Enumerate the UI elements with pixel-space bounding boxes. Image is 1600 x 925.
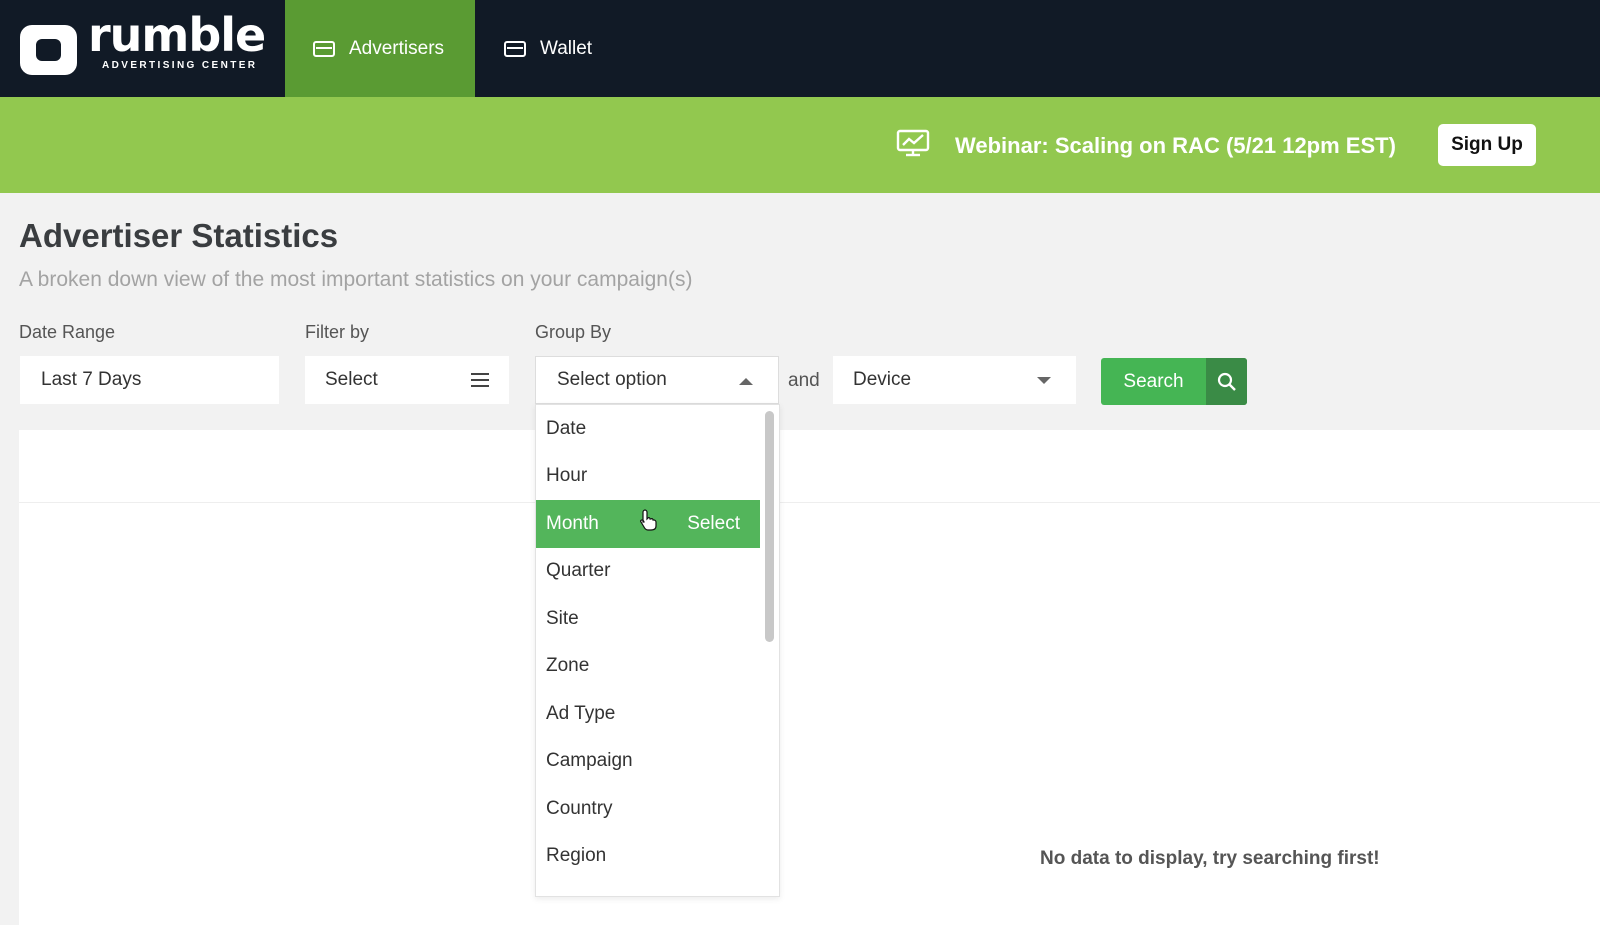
dropdown-option-site[interactable]: Site — [536, 595, 760, 643]
filter-by-value: Select — [325, 369, 378, 390]
group-by-value: Select option — [557, 369, 667, 390]
date-range-label: Date Range — [19, 322, 116, 342]
caret-down-icon — [1037, 377, 1051, 384]
rumble-logo[interactable]: rumble ADVERTISING CENTER — [20, 12, 266, 78]
tab-advertisers-label: Advertisers — [349, 37, 445, 59]
menu-icon — [471, 373, 489, 387]
chart-presentation-icon — [896, 129, 930, 157]
results-panel: No data to display, try searching first! — [19, 430, 1600, 925]
and-text: and — [788, 370, 820, 391]
option-label: Zone — [546, 655, 590, 677]
top-navbar: rumble ADVERTISING CENTER Advertisers Wa… — [0, 0, 1600, 97]
device-select[interactable]: Device — [833, 356, 1076, 404]
dropdown-scrollbar[interactable] — [765, 411, 774, 642]
webinar-text: Webinar: Scaling on RAC (5/21 12pm EST) — [955, 133, 1396, 158]
search-button[interactable]: Search — [1101, 358, 1247, 405]
page-title: Advertiser Statistics — [19, 217, 339, 254]
option-label: Country — [546, 797, 613, 819]
wallet-icon — [504, 40, 526, 57]
filter-by-label: Filter by — [305, 322, 370, 342]
option-label: Region — [546, 845, 607, 867]
option-label: Site — [546, 607, 579, 629]
no-data-message: No data to display, try searching first! — [1040, 848, 1380, 869]
dropdown-option-region[interactable]: Region — [536, 833, 760, 881]
caret-up-icon — [739, 378, 753, 385]
date-range-value: Last 7 Days — [41, 369, 142, 390]
device-value: Device — [853, 369, 912, 390]
logo-text: rumble — [88, 8, 266, 62]
option-label: Date — [546, 417, 587, 439]
group-by-dropdown[interactable]: Date Hour Month Select Quarter Site Zone … — [535, 404, 780, 897]
tab-advertisers[interactable]: Advertisers — [285, 0, 475, 97]
tab-wallet-label: Wallet — [540, 37, 593, 59]
option-label: Campaign — [546, 750, 633, 772]
logo-subtext: ADVERTISING CENTER — [102, 60, 258, 71]
tab-wallet[interactable]: Wallet — [476, 0, 626, 97]
dropdown-option-quarter[interactable]: Quarter — [536, 548, 760, 596]
search-icon — [1206, 358, 1247, 405]
dropdown-option-hour[interactable]: Hour — [536, 453, 760, 501]
webinar-banner: Webinar: Scaling on RAC (5/21 12pm EST) … — [0, 97, 1600, 193]
page-subtitle: A broken down view of the most important… — [19, 268, 693, 291]
card-icon — [313, 40, 335, 57]
option-label: Quarter — [546, 560, 611, 582]
dropdown-option-zone[interactable]: Zone — [536, 643, 760, 691]
option-label: Ad Type — [546, 702, 616, 724]
option-label: Month — [546, 512, 599, 534]
dropdown-option-ad-type[interactable]: Ad Type — [536, 690, 760, 738]
date-range-select[interactable]: Last 7 Days — [20, 356, 279, 404]
dropdown-option-date[interactable]: Date — [536, 405, 760, 453]
group-by-select[interactable]: Select option — [535, 356, 779, 404]
rumble-logo-mark — [20, 25, 77, 75]
sign-up-button[interactable]: Sign Up — [1438, 124, 1536, 166]
group-by-label: Group By — [535, 322, 612, 342]
filter-by-select[interactable]: Select — [305, 356, 509, 404]
select-hint: Select — [687, 512, 740, 534]
hand-cursor-icon — [639, 509, 657, 531]
results-header — [19, 430, 1600, 503]
dropdown-option-country[interactable]: Country — [536, 785, 760, 833]
dropdown-option-campaign[interactable]: Campaign — [536, 738, 760, 786]
option-label: Hour — [546, 465, 588, 487]
search-button-label: Search — [1123, 370, 1184, 392]
